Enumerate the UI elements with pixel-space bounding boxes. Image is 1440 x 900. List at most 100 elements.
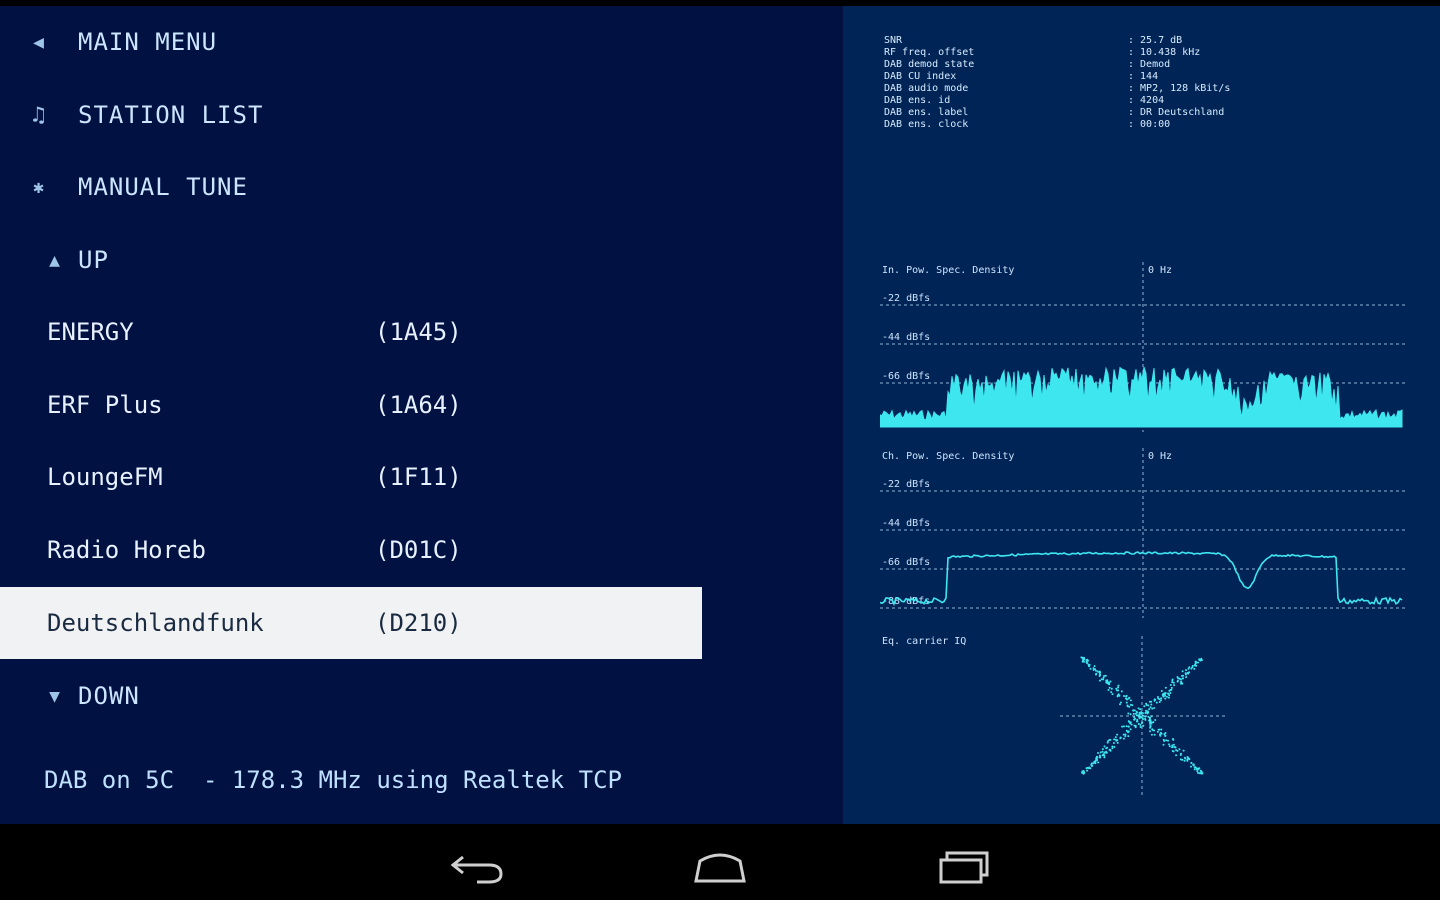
iq-point: [1197, 772, 1200, 774]
iq-point: [1133, 716, 1136, 719]
iq-point: [1116, 733, 1119, 736]
manual-tune-label: MANUAL TUNE: [78, 173, 248, 201]
iq-point: [1125, 701, 1128, 704]
iq-point: [1122, 733, 1125, 736]
iq-point: [1172, 750, 1175, 753]
iq-point: [1198, 659, 1201, 661]
channel-psd-trace: [880, 551, 1403, 607]
iq-point: [1113, 746, 1116, 748]
iq-point: [1101, 750, 1104, 753]
iq-point: [1148, 708, 1151, 711]
iq-point: [1099, 756, 1102, 759]
down-label: DOWN: [78, 682, 140, 710]
back-arrow-icon: [450, 855, 503, 884]
iq-point: [1127, 712, 1130, 715]
iq-point: [1133, 718, 1136, 721]
iq-point: [1128, 696, 1131, 699]
iq-point: [1142, 714, 1145, 717]
home-button[interactable]: [685, 842, 755, 892]
iq-point: [1169, 689, 1172, 691]
iq-point: [1182, 674, 1185, 677]
iq-point: [1095, 673, 1097, 676]
station-code: (1A45): [375, 318, 462, 346]
iq-point: [1197, 767, 1200, 770]
iq-point: [1129, 728, 1132, 731]
recent-apps-icon: [939, 851, 989, 884]
iq-point: [1164, 686, 1167, 689]
iq-point: [1100, 678, 1103, 681]
iq-point: [1153, 733, 1156, 736]
iq-point: [1097, 761, 1100, 764]
iq-point: [1149, 719, 1152, 722]
station-item-loungefm[interactable]: LoungeFM (1F11): [0, 441, 702, 513]
iq-point: [1134, 726, 1137, 729]
iq-point: [1188, 666, 1191, 669]
iq-point: [1124, 733, 1127, 736]
iq-point: [1196, 770, 1199, 773]
up-label: UP: [78, 246, 109, 274]
iq-point: [1158, 701, 1161, 703]
iq-point: [1109, 680, 1112, 683]
iq-point: [1169, 692, 1172, 694]
iq-point: [1137, 707, 1140, 710]
manual-tune-button[interactable]: ✱ MANUAL TUNE: [0, 151, 702, 223]
iq-point: [1155, 701, 1158, 704]
iq-point: [1092, 667, 1095, 670]
station-name: Deutschlandfunk: [47, 609, 264, 637]
iq-point: [1104, 751, 1107, 754]
iq-point: [1098, 679, 1101, 682]
plot3-title: Eq. carrier IQ: [882, 636, 967, 647]
station-name: ERF Plus: [47, 391, 163, 419]
iq-point: [1115, 739, 1118, 742]
back-button[interactable]: [442, 842, 512, 892]
iq-point: [1114, 736, 1117, 739]
iq-point: [1175, 754, 1178, 757]
recent-apps-button[interactable]: [930, 842, 1000, 892]
station-item-energy[interactable]: ENERGY (1A45): [0, 296, 702, 368]
iq-point: [1126, 730, 1129, 733]
iq-point: [1096, 670, 1099, 673]
station-item-deutschlandfunk[interactable]: Deutschlandfunk (D210): [0, 587, 702, 659]
music-note-icon: ♫: [31, 102, 47, 128]
iq-point: [1198, 772, 1201, 775]
iq-point: [1119, 736, 1122, 739]
down-button[interactable]: ▼ DOWN: [0, 660, 702, 732]
iq-point: [1168, 743, 1170, 746]
iq-point: [1144, 709, 1147, 712]
station-item-erf-plus[interactable]: ERF Plus (1A64): [0, 369, 702, 441]
iq-point: [1092, 669, 1095, 671]
iq-point: [1150, 733, 1153, 736]
main-menu-button[interactable]: ◀ MAIN MENU: [0, 6, 702, 78]
triangle-left-icon: ◀: [33, 31, 45, 53]
iq-point: [1162, 743, 1165, 746]
iq-point: [1175, 749, 1178, 752]
iq-point: [1118, 694, 1121, 697]
iq-point: [1195, 661, 1198, 664]
iq-point: [1160, 732, 1163, 735]
input-psd-plot: [880, 262, 1405, 432]
iq-point: [1113, 738, 1116, 741]
iq-point: [1095, 759, 1098, 762]
iq-point: [1093, 760, 1096, 763]
iq-point: [1193, 667, 1196, 670]
iq-point: [1121, 725, 1124, 728]
iq-point: [1091, 764, 1094, 767]
iq-point: [1183, 756, 1186, 759]
iq-point: [1171, 745, 1174, 748]
iq-point: [1101, 748, 1104, 751]
iq-point: [1165, 739, 1168, 742]
iq-point: [1181, 758, 1184, 761]
iq-point: [1152, 721, 1155, 724]
station-item-radio-horeb[interactable]: Radio Horeb (D01C): [0, 514, 702, 586]
station-list-button[interactable]: ♫ STATION LIST: [0, 79, 702, 151]
iq-point: [1172, 738, 1174, 740]
iq-point: [1190, 762, 1193, 764]
iq-point: [1110, 687, 1113, 690]
station-list-label: STATION LIST: [78, 101, 264, 129]
station-code: (1A64): [375, 391, 462, 419]
iq-point: [1127, 725, 1130, 728]
iq-point: [1129, 722, 1132, 725]
iq-point: [1103, 745, 1106, 748]
iq-point: [1172, 743, 1175, 746]
up-button[interactable]: ▲ UP: [0, 224, 702, 296]
